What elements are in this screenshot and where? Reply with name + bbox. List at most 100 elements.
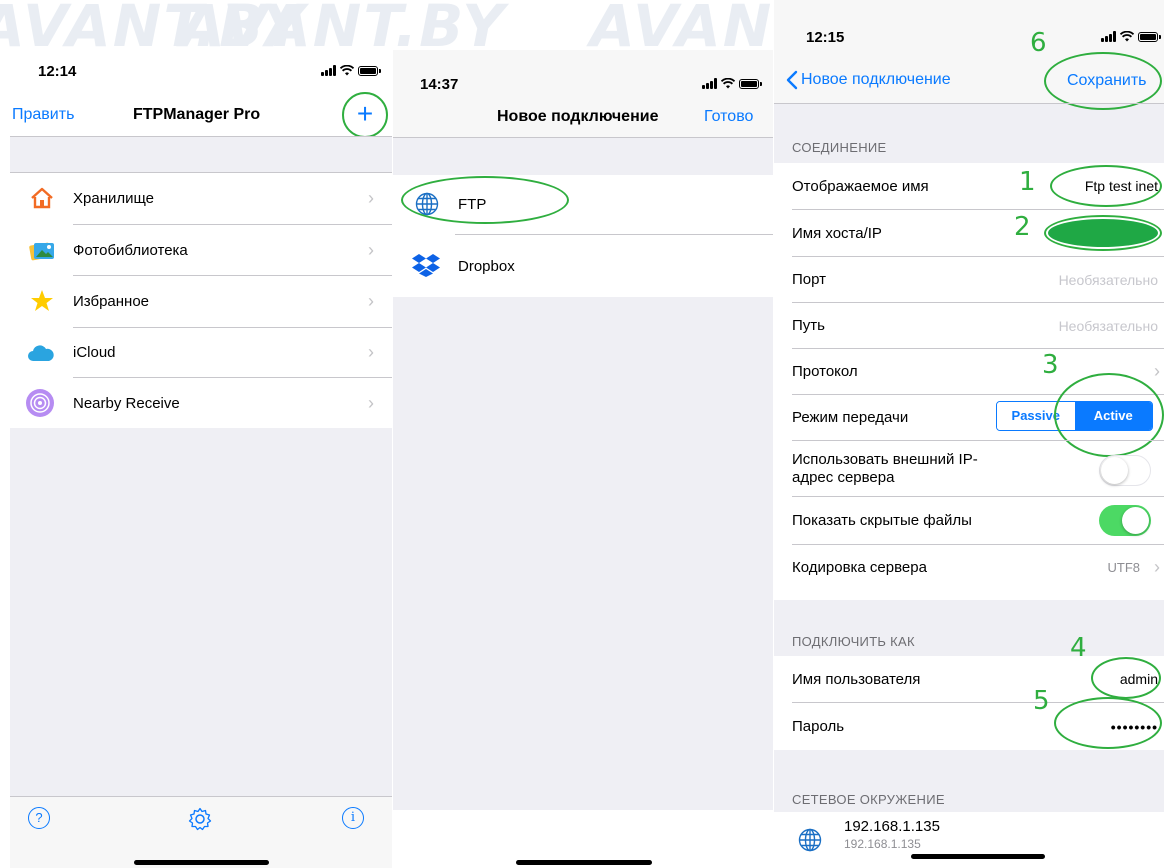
wifi-icon bbox=[1120, 31, 1134, 42]
path-input[interactable]: Необязательно bbox=[1059, 318, 1158, 334]
username-label: Имя пользователя bbox=[792, 670, 921, 688]
annotation-number: 5 bbox=[1033, 686, 1050, 716]
encoding-label: Кодировка сервера bbox=[792, 559, 927, 576]
home-indicator bbox=[911, 854, 1045, 859]
chevron-right-icon: › bbox=[368, 188, 374, 208]
section-header-network: СЕТЕВОЕ ОКРУЖЕНИЕ bbox=[792, 792, 945, 807]
list-item-favorites[interactable]: Избранное › bbox=[10, 276, 392, 327]
annotation-number: 6 bbox=[1030, 28, 1047, 58]
section-header-connection: СОЕДИНЕНИЕ bbox=[792, 140, 887, 155]
network-item-title: 192.168.1.135 bbox=[844, 818, 940, 835]
encoding-value: UTF8 bbox=[1107, 560, 1141, 575]
right-screen: 12:15 Новое подключение Сохранить 6 СОЕД… bbox=[774, 0, 1164, 868]
info-button[interactable]: i bbox=[342, 807, 364, 829]
network-item[interactable]: 192.168.1.135 192.168.1.135 bbox=[774, 812, 1164, 868]
external-ip-toggle[interactable] bbox=[1099, 455, 1151, 486]
page-title: FTPManager Pro bbox=[133, 106, 261, 123]
password-label: Пароль bbox=[792, 718, 845, 735]
chevron-left-icon bbox=[786, 70, 798, 90]
signal-icon bbox=[1101, 31, 1116, 42]
home-indicator bbox=[134, 860, 269, 865]
battery-icon bbox=[358, 65, 381, 76]
airdrop-icon bbox=[26, 389, 54, 417]
back-button-label: Новое подключение bbox=[801, 71, 951, 88]
signal-icon bbox=[321, 65, 336, 76]
chevron-right-icon: › bbox=[368, 291, 374, 311]
section-gap bbox=[10, 137, 392, 172]
edit-button[interactable]: Править bbox=[12, 106, 74, 124]
transfer-mode-label: Режим передачи bbox=[792, 409, 909, 426]
left-screen: 12:14 Править FTPManager Pro + Хранилище… bbox=[10, 50, 392, 868]
display-name-label: Отображаемое имя bbox=[792, 177, 929, 195]
annotation-ellipse-name bbox=[1050, 165, 1162, 207]
list-item-icloud[interactable]: iCloud › bbox=[10, 328, 392, 377]
list-item-label: Nearby Receive bbox=[73, 394, 180, 412]
status-time: 14:37 bbox=[420, 76, 459, 93]
hidden-files-toggle[interactable] bbox=[1099, 505, 1151, 536]
annotation-ellipse-password bbox=[1054, 697, 1162, 749]
list-item-storage[interactable]: Хранилище › bbox=[10, 173, 392, 224]
host-redaction bbox=[1044, 215, 1162, 251]
annotation-ellipse-ftp bbox=[401, 176, 569, 224]
section-header-login: ПОДКЛЮЧИТЬ КАК bbox=[792, 634, 915, 649]
annotation-number: 4 bbox=[1070, 633, 1087, 663]
annotation-ellipse-username bbox=[1091, 657, 1161, 699]
globe-icon bbox=[798, 828, 822, 852]
back-button[interactable]: Новое подключение bbox=[786, 70, 951, 90]
signal-icon bbox=[702, 78, 717, 89]
list-item-label: Хранилище bbox=[73, 190, 154, 207]
chevron-right-icon: › bbox=[368, 342, 374, 362]
list-item-label: Избранное bbox=[73, 293, 150, 310]
external-ip-label-line2: адрес сервера bbox=[792, 468, 895, 486]
encoding-row[interactable]: Кодировка сервера UTF8 › bbox=[774, 545, 1164, 590]
annotation-number: 3 bbox=[1042, 350, 1059, 380]
wifi-icon bbox=[340, 65, 354, 76]
home-icon bbox=[31, 187, 53, 209]
status-time: 12:15 bbox=[806, 29, 845, 46]
status-time: 12:14 bbox=[38, 63, 77, 80]
list-item-photos[interactable]: Фотобиблиотека › bbox=[10, 225, 392, 275]
middle-screen: 14:37 Новое подключение Готово FTP Dropb… bbox=[393, 50, 773, 868]
list-item-label: iCloud bbox=[73, 344, 116, 361]
port-input[interactable]: Необязательно bbox=[1059, 272, 1158, 288]
status-icons bbox=[321, 65, 381, 76]
empty-area bbox=[10, 428, 392, 796]
list-item-nearby-receive[interactable]: Nearby Receive › bbox=[10, 378, 392, 428]
battery-icon bbox=[1138, 31, 1161, 42]
host-label: Имя хоста/IP bbox=[792, 224, 882, 242]
wifi-icon bbox=[721, 78, 735, 89]
network-item-subtitle: 192.168.1.135 bbox=[844, 837, 921, 851]
annotation-ellipse-save bbox=[1044, 52, 1162, 110]
annotation-number: 2 bbox=[1014, 212, 1031, 242]
annotation-number: 1 bbox=[1019, 167, 1036, 197]
chevron-right-icon: › bbox=[368, 392, 374, 413]
list-item-label: Dropbox bbox=[458, 257, 515, 275]
list-item-label: Фотобиблиотека bbox=[73, 241, 188, 259]
add-button[interactable]: + bbox=[342, 92, 388, 138]
hidden-files-label: Показать скрытые файлы bbox=[792, 512, 972, 529]
list-item-dropbox[interactable]: Dropbox bbox=[393, 235, 773, 297]
path-label: Путь bbox=[792, 317, 825, 334]
port-label: Порт bbox=[792, 271, 827, 288]
page-title: Новое подключение bbox=[497, 108, 659, 125]
chevron-right-icon: › bbox=[1154, 361, 1160, 381]
path-row[interactable]: Путь Необязательно bbox=[774, 303, 1164, 348]
done-button[interactable]: Готово bbox=[704, 108, 753, 126]
battery-icon bbox=[739, 78, 762, 89]
dropbox-icon bbox=[412, 254, 440, 277]
nav-divider bbox=[774, 103, 1164, 104]
chevron-right-icon: › bbox=[368, 239, 374, 260]
chevron-right-icon: › bbox=[1154, 557, 1160, 577]
home-indicator bbox=[516, 860, 652, 865]
plus-icon: + bbox=[356, 98, 374, 129]
photos-icon bbox=[29, 242, 54, 261]
status-icons bbox=[702, 78, 762, 89]
port-row[interactable]: Порт Необязательно bbox=[774, 257, 1164, 302]
help-button[interactable]: ? bbox=[28, 807, 50, 829]
external-ip-label-line1: Использовать внешний IP- bbox=[792, 450, 978, 468]
star-icon bbox=[31, 290, 53, 311]
cloud-icon bbox=[28, 345, 54, 361]
gear-icon[interactable] bbox=[188, 807, 212, 831]
nav-divider bbox=[393, 137, 773, 138]
protocol-label: Протокол bbox=[792, 363, 858, 380]
